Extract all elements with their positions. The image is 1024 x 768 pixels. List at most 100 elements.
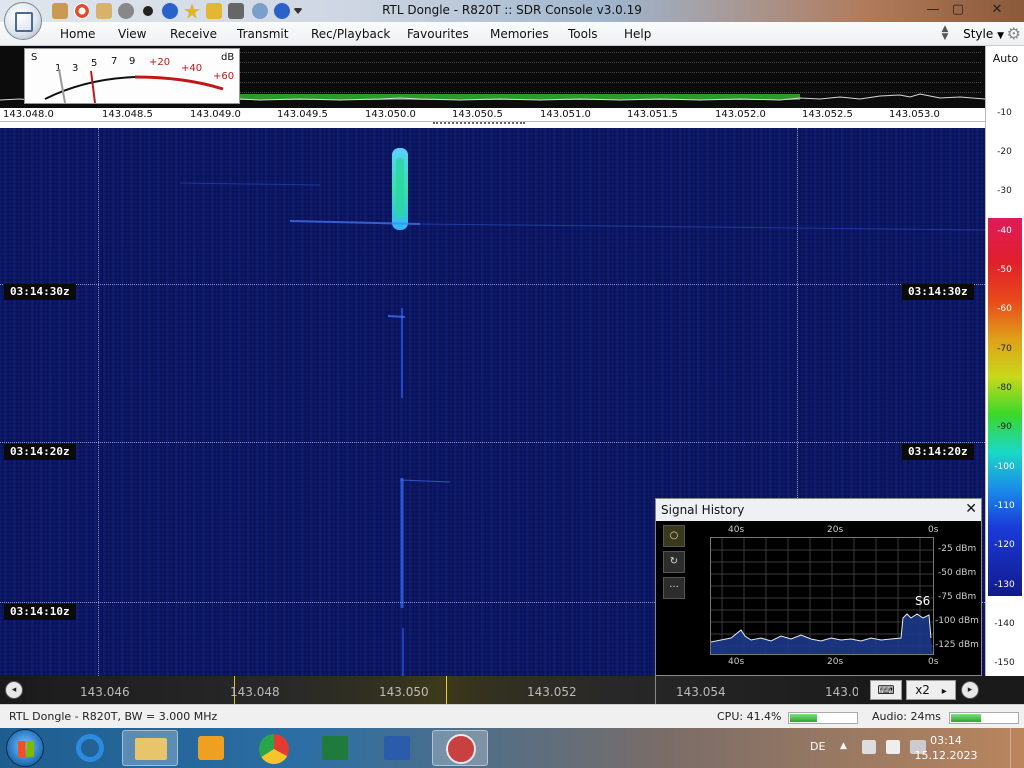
- minimize-button[interactable]: —: [922, 1, 944, 19]
- freq-tick: 143.051.0: [540, 109, 591, 120]
- s-meter-scale-9: 9: [129, 56, 135, 67]
- signal-history-title-bar: Signal History ✕: [656, 499, 981, 521]
- db-scale[interactable]: Auto -10 -20 -30 -40 -50 -60 -70 -80 -90…: [985, 46, 1024, 676]
- db-tick: -110: [994, 501, 1015, 511]
- menu-memories[interactable]: Memories: [490, 27, 549, 41]
- db-tick: -40: [997, 226, 1012, 236]
- taskbar-sdr-console[interactable]: [432, 730, 488, 766]
- clock-date: 15.12.2023: [914, 749, 978, 762]
- db-tick: -130: [994, 580, 1015, 590]
- band-scroll-left-button[interactable]: ◂: [5, 681, 23, 699]
- s-meter-db-label: dB: [221, 52, 234, 63]
- taskbar-internet-explorer[interactable]: [62, 730, 118, 766]
- s-meter-scale-plus60: +60: [213, 71, 234, 82]
- signal-history-record-button[interactable]: ○: [663, 525, 685, 547]
- signal-history-time-label: 40s: [728, 525, 745, 535]
- keyboard-button[interactable]: ⌨: [870, 680, 902, 700]
- sdr-console-icon: [446, 734, 476, 764]
- app-menu-button[interactable]: [4, 2, 42, 40]
- tray-expand-icon[interactable]: ▲: [840, 741, 847, 751]
- signal-history-close-button[interactable]: ✕: [965, 501, 977, 517]
- settings-gear-icon[interactable]: ⚙: [1007, 24, 1021, 43]
- style-updown-icon[interactable]: ▲ ▼: [939, 25, 951, 43]
- windows-logo-icon: [18, 741, 34, 757]
- signal-history-level-label: -75 dBm: [938, 592, 977, 602]
- signal-history-panel: Signal History ✕ ○ ↻ ··· 40s 20s 0s S6 -…: [655, 498, 982, 676]
- db-tick: -90: [997, 422, 1012, 432]
- menu-help[interactable]: Help: [624, 27, 651, 41]
- signal-history-time-label: 0s: [928, 657, 939, 667]
- band-centre-marker: [446, 676, 447, 704]
- close-button[interactable]: ✕: [986, 1, 1008, 19]
- s-meter: S dB 1 3 5 7 9 +20 +40 +60: [24, 48, 240, 104]
- start-button[interactable]: [6, 729, 44, 767]
- frequency-axis[interactable]: 143.048.0 143.048.5 143.049.0 143.049.5 …: [0, 108, 985, 122]
- clock[interactable]: 03:14 15.12.2023: [906, 733, 986, 763]
- style-menu[interactable]: Style ▼: [963, 27, 1004, 41]
- audio-status: Audio: 24ms: [872, 710, 941, 723]
- signal-history-more-button[interactable]: ···: [663, 577, 685, 599]
- db-tick: -140: [994, 619, 1015, 629]
- zoom-button[interactable]: x2 ▸: [906, 680, 956, 700]
- timestamp-label: 03:14:20z: [4, 444, 76, 460]
- chevron-down-icon: ▼: [997, 31, 1004, 41]
- taskbar-word[interactable]: [370, 730, 426, 766]
- signal-history-chart: [710, 538, 933, 654]
- db-tick: -60: [997, 304, 1012, 314]
- maximize-button[interactable]: ▢: [947, 1, 969, 19]
- db-tick: -150: [994, 658, 1015, 668]
- media-player-icon: [198, 736, 224, 760]
- taskbar-file-explorer[interactable]: [122, 730, 178, 766]
- signal-history-level-label: -125 dBm: [935, 640, 979, 650]
- db-tick: -50: [997, 265, 1012, 275]
- menu-favourites[interactable]: Favourites: [407, 27, 469, 41]
- taskbar-excel[interactable]: [308, 730, 364, 766]
- band-freq-label: 143.048: [230, 685, 280, 699]
- s-meter-s-label: S: [31, 52, 37, 63]
- language-indicator[interactable]: DE: [810, 740, 825, 753]
- s-meter-dial: S dB 1 3 5 7 9 +20 +40 +60: [31, 52, 234, 103]
- band-scroll-right-button[interactable]: ▸: [961, 681, 979, 699]
- timestamp-label: 03:14:10z: [4, 604, 76, 620]
- timestamp-label: 03:14:30z: [4, 284, 76, 300]
- s-meter-needle: [90, 70, 96, 103]
- carrier-streak: [179, 182, 321, 186]
- menu-view[interactable]: View: [118, 27, 146, 41]
- s-meter-scale-3: 3: [72, 63, 78, 74]
- zoom-arrow-icon: ▸: [941, 686, 947, 697]
- device-status: RTL Dongle - R820T, BW = 3.000 MHz: [9, 710, 218, 723]
- s-meter-needle-white: [58, 68, 66, 103]
- band-freq-label: 143.054: [676, 685, 726, 699]
- menu-tools[interactable]: Tools: [568, 27, 598, 41]
- freq-tick: 143.050.5: [452, 109, 503, 120]
- band-freq-label: 143.046: [80, 685, 130, 699]
- band-track[interactable]: [26, 676, 856, 704]
- freq-tick: 143.048.5: [102, 109, 153, 120]
- carrier-streak: [387, 315, 406, 318]
- tray-flag-icon[interactable]: [886, 740, 900, 754]
- db-tick: -100: [994, 462, 1015, 472]
- menu-home[interactable]: Home: [60, 27, 95, 41]
- taskbar-media-player[interactable]: [184, 730, 240, 766]
- taskbar: DE ▲ 03:14 15.12.2023: [0, 728, 1024, 768]
- taskbar-chrome[interactable]: [246, 730, 302, 766]
- show-desktop-button[interactable]: [1010, 728, 1024, 768]
- menu-transmit[interactable]: Transmit: [237, 27, 288, 41]
- s-meter-scale-plus20: +20: [149, 57, 170, 68]
- signal-history-time-label: 20s: [827, 525, 844, 535]
- signal-history-plot: [710, 537, 934, 655]
- auto-scale-button[interactable]: Auto: [988, 52, 1023, 65]
- band-freq-label: 143.056: [825, 685, 858, 699]
- freq-tick: 143.050.0: [365, 109, 416, 120]
- audio-meter-fill: [951, 714, 981, 722]
- signal-history-level-label: -50 dBm: [938, 568, 977, 578]
- frequency-scroll-handle[interactable]: [433, 122, 525, 127]
- tray-device-icon[interactable]: [862, 740, 876, 754]
- signal-history-title: Signal History: [661, 503, 745, 517]
- status-bar: RTL Dongle - R820T, BW = 3.000 MHz CPU: …: [0, 704, 1024, 728]
- menu-receive[interactable]: Receive: [170, 27, 217, 41]
- clock-time: 03:14: [930, 734, 962, 747]
- signal-history-reset-button[interactable]: ↻: [663, 551, 685, 573]
- menu-rec-playback[interactable]: Rec/Playback: [311, 27, 390, 41]
- band-selected-window: [234, 676, 656, 704]
